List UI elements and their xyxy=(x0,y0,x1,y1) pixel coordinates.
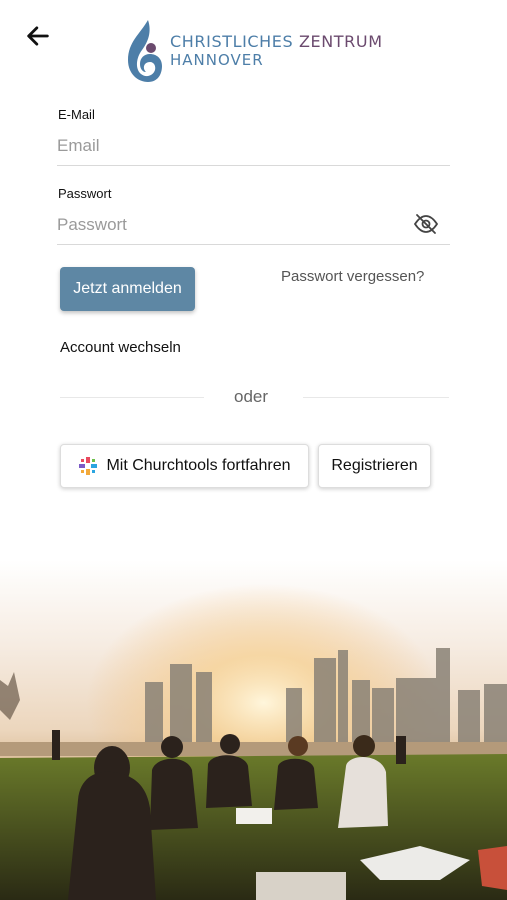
divider-line-right xyxy=(303,397,449,398)
register-button[interactable]: Registrieren xyxy=(318,444,431,488)
divider-label: oder xyxy=(234,387,269,406)
password-label: Passwort xyxy=(58,186,112,201)
email-field[interactable] xyxy=(57,126,450,166)
churchtools-logo-icon xyxy=(79,457,98,475)
logo-flame-icon xyxy=(128,20,162,82)
hide-password-eye-icon[interactable] xyxy=(413,212,439,236)
email-label: E-Mail xyxy=(58,107,95,122)
background-photo-people-skyline xyxy=(0,560,507,900)
divider-line-left xyxy=(60,397,204,398)
login-button[interactable]: Jetzt anmelden xyxy=(60,267,195,311)
church-logo: CHRISTLICHES ZENTRUM HANNOVER xyxy=(122,18,383,84)
logo-text-hannover: HANNOVER xyxy=(170,51,264,69)
churchtools-button-label: Mit Churchtools fortfahren xyxy=(106,457,291,474)
forgot-password-link[interactable]: Passwort vergessen? xyxy=(281,268,424,285)
logo-text-christliches: CHRISTLICHES xyxy=(170,32,294,51)
back-arrow-icon[interactable] xyxy=(24,22,52,50)
switch-account-link[interactable]: Account wechseln xyxy=(60,339,181,356)
logo-text-zentrum: ZENTRUM xyxy=(298,32,383,51)
churchtools-login-button[interactable]: Mit Churchtools fortfahren xyxy=(60,444,309,488)
password-field[interactable] xyxy=(57,205,450,245)
